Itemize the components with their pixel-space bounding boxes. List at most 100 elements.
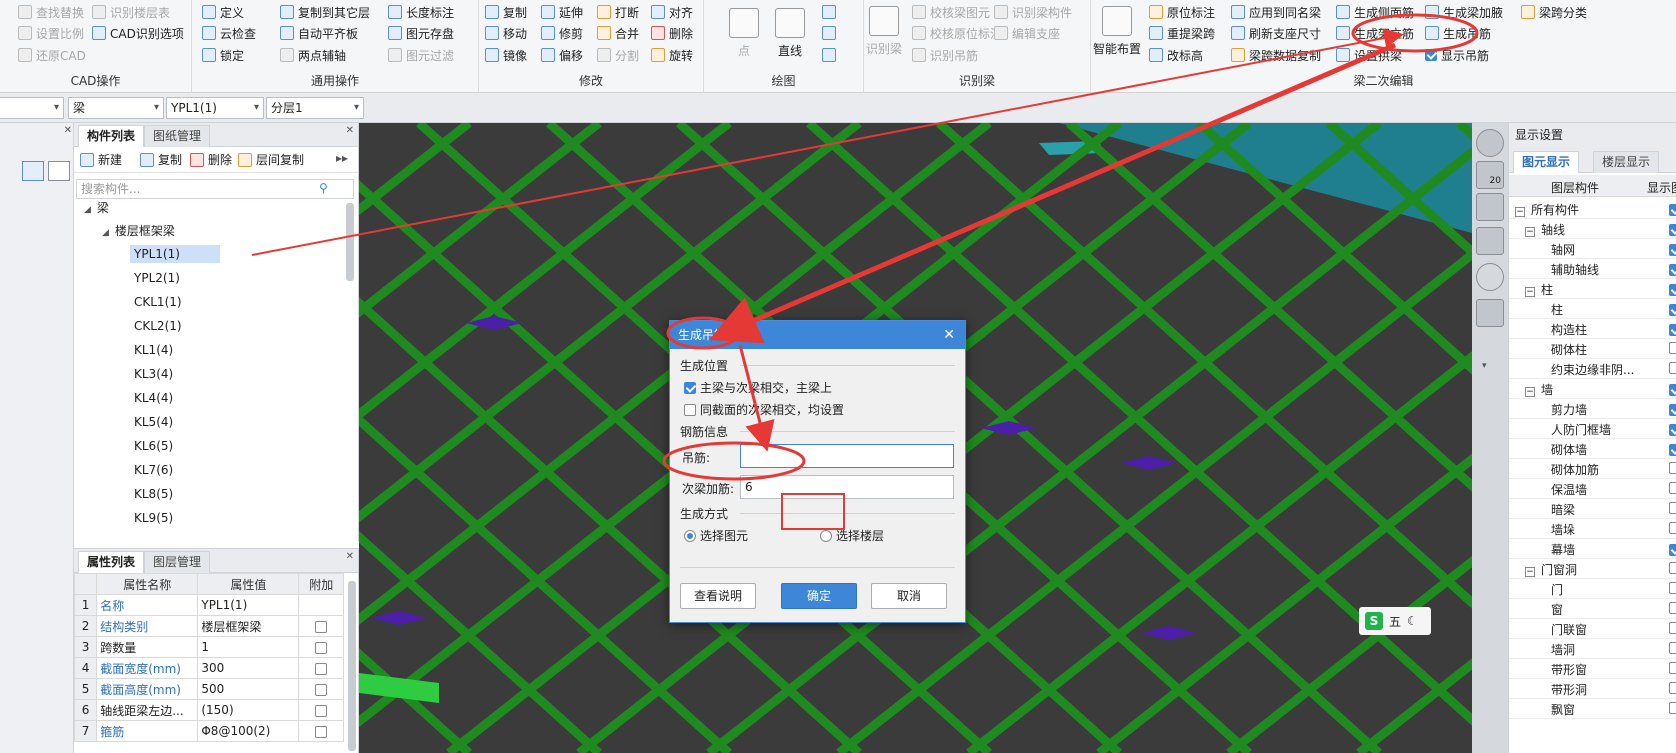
tab-floor-display[interactable]: 楼层显示 <box>1593 151 1660 173</box>
collapse-icon[interactable]: − <box>1515 207 1525 217</box>
beam-edit-group-title[interactable]: 梁二次编辑 <box>1091 72 1676 89</box>
display-row-checkbox[interactable] <box>1669 243 1676 256</box>
align-button[interactable]: 对齐 <box>651 2 693 22</box>
recognize-hanger-button[interactable]: 识别吊筋 <box>912 45 978 65</box>
circle-tool[interactable] <box>822 23 840 43</box>
generate-erection-rebar-button[interactable]: 生成架立筋 <box>1336 23 1414 43</box>
collapse-icon[interactable]: − <box>1525 387 1535 397</box>
display-row[interactable]: 带形窗 <box>1509 658 1676 679</box>
option-same-section[interactable]: 同截面的次梁相交，均设置 <box>684 401 844 418</box>
recognize-beam-component-button[interactable]: 识别梁构件 <box>994 2 1072 22</box>
display-row-checkbox[interactable] <box>1669 702 1676 714</box>
layer-select-blank[interactable] <box>0 97 64 119</box>
property-scrollbar[interactable] <box>348 581 356 751</box>
tree-group-floor-frame-beam[interactable]: ◢ 楼层框架梁 <box>102 222 175 239</box>
view-help-button[interactable]: 查看说明 <box>680 583 756 609</box>
zoom-level-badge[interactable]: 20 <box>1476 161 1504 189</box>
tree-item-component[interactable]: KL9(5) <box>130 509 177 527</box>
display-row[interactable]: 幕墙 <box>1509 538 1676 559</box>
copy-between-floors-button[interactable]: 层间复制 <box>238 151 304 168</box>
display-row[interactable]: − 柱 <box>1509 278 1676 299</box>
ime-indicator[interactable]: S 五 ☾ <box>1359 607 1431 635</box>
break-button[interactable]: 打断 <box>597 2 639 22</box>
collapse-icon[interactable]: − <box>1525 567 1535 577</box>
display-row-checkbox[interactable] <box>1669 682 1676 694</box>
option-main-beam[interactable]: 主梁与次梁相交，主梁上 <box>684 379 832 396</box>
trim-button[interactable]: 修剪 <box>541 23 583 43</box>
check-beam-element-button[interactable]: 校核梁图元 <box>912 2 990 22</box>
radio-select-floor[interactable]: 选择楼层 <box>820 527 884 544</box>
box-view-icon[interactable] <box>1476 227 1504 255</box>
tree-item-component[interactable]: YPL1(1) <box>130 245 220 263</box>
select-element-radio[interactable] <box>684 529 696 542</box>
set-arch-beam-button[interactable]: 设置拱梁 <box>1336 45 1402 65</box>
display-row-checkbox[interactable] <box>1669 462 1676 474</box>
display-row-checkbox[interactable] <box>1669 602 1676 614</box>
property-value[interactable]: Φ8@100(2) <box>197 720 300 742</box>
tab-element-display[interactable]: 图元显示 <box>1513 151 1580 173</box>
display-row[interactable]: 柱 <box>1509 298 1676 319</box>
display-row-checkbox[interactable] <box>1669 342 1676 354</box>
selected-beam[interactable] <box>359 673 439 703</box>
display-row-checkbox[interactable] <box>1669 362 1676 374</box>
display-row[interactable]: 轴网 <box>1509 238 1676 259</box>
tab-component-list[interactable]: 构件列表 <box>78 125 145 147</box>
display-row-checkbox[interactable] <box>1669 403 1676 416</box>
property-row[interactable]: 1 名称 YPL1(1) <box>73 594 344 616</box>
point-tool[interactable]: 点 <box>724 8 764 59</box>
display-row-checkbox[interactable] <box>1669 543 1676 556</box>
copy-to-other-floor-button[interactable]: 复制到其它层 <box>280 2 370 22</box>
display-row-checkbox[interactable] <box>1669 443 1676 456</box>
modify-group-title[interactable]: 修改 <box>479 72 703 89</box>
dialog-titlebar[interactable]: 生成吊筋 ✕ <box>670 321 965 349</box>
tree-item-component[interactable]: KL5(4) <box>130 413 177 431</box>
span-data-copy-button[interactable]: 梁跨数据复制 <box>1231 45 1321 65</box>
additional-checkbox[interactable] <box>315 704 328 717</box>
auto-align-slab-button[interactable]: 自动平齐板 <box>280 23 358 43</box>
property-row[interactable]: 3 跨数量 1 <box>73 636 344 658</box>
recognize-beam-button[interactable]: 识别梁 <box>864 6 904 57</box>
floor-select[interactable]: 分层1 <box>266 97 364 119</box>
display-row-checkbox[interactable] <box>1669 223 1676 236</box>
display-row[interactable]: − 门窗洞 <box>1509 558 1676 579</box>
cad-recognize-options-button[interactable]: CAD识别选项 <box>92 23 184 43</box>
set-scale-button[interactable]: 设置比例 <box>18 23 84 43</box>
draw-group-title[interactable]: 绘图 <box>704 72 863 89</box>
rectangle-tool[interactable] <box>822 45 840 65</box>
property-value[interactable]: (150) <box>197 699 300 721</box>
show-hanger-checkbox[interactable] <box>1425 49 1437 61</box>
collapse-arrow-icon[interactable]: ▾ <box>1482 361 1487 371</box>
recognize-floor-table-button[interactable]: 识别楼层表 <box>92 2 170 22</box>
two-point-axis-button[interactable]: 两点辅轴 <box>280 45 346 65</box>
additional-checkbox[interactable] <box>315 620 328 633</box>
display-row-checkbox[interactable] <box>1669 303 1676 316</box>
cube-view-icon[interactable] <box>1476 193 1504 221</box>
smart-layout-button[interactable]: 智能布置 <box>1091 6 1143 57</box>
display-row-checkbox[interactable] <box>1669 263 1676 276</box>
layer-type-select[interactable]: 梁 <box>68 97 164 119</box>
search-icon[interactable]: ⚲ <box>319 181 328 195</box>
secondary-beam-input[interactable]: 6 <box>740 475 954 499</box>
original-annotation-button[interactable]: 原位标注 <box>1149 2 1215 22</box>
layout-view-icon[interactable] <box>1476 299 1504 327</box>
tree-root-beam[interactable]: ◢ 梁 <box>84 199 109 216</box>
edit-support-button[interactable]: 编辑支座 <box>994 23 1060 43</box>
display-row[interactable]: 飘窗 <box>1509 698 1676 719</box>
display-row-checkbox[interactable] <box>1669 383 1676 396</box>
apply-same-name-beam-button[interactable]: 应用到同名梁 <box>1231 2 1321 22</box>
display-row-checkbox[interactable] <box>1669 482 1676 494</box>
display-row[interactable]: 暗梁 <box>1509 498 1676 519</box>
display-row-checkbox[interactable] <box>1669 562 1676 574</box>
tree-item-component[interactable]: CKL2(1) <box>130 317 186 335</box>
display-row[interactable]: − 墙 <box>1509 378 1676 399</box>
generate-side-rebar-button[interactable]: 生成侧面筋 <box>1336 2 1414 22</box>
display-row-checkbox[interactable] <box>1669 662 1676 674</box>
additional-checkbox[interactable] <box>315 662 328 675</box>
ok-button[interactable]: 确定 <box>781 583 857 609</box>
delete-button[interactable]: 删除 <box>651 23 693 43</box>
element-filter-button[interactable]: 图元过滤 <box>388 45 454 65</box>
property-row[interactable]: 7 箍筋 Φ8@100(2) <box>73 720 344 742</box>
extend-button[interactable]: 延伸 <box>541 2 583 22</box>
property-value[interactable]: YPL1(1) <box>197 594 300 616</box>
collapse-icon[interactable]: − <box>1525 227 1535 237</box>
